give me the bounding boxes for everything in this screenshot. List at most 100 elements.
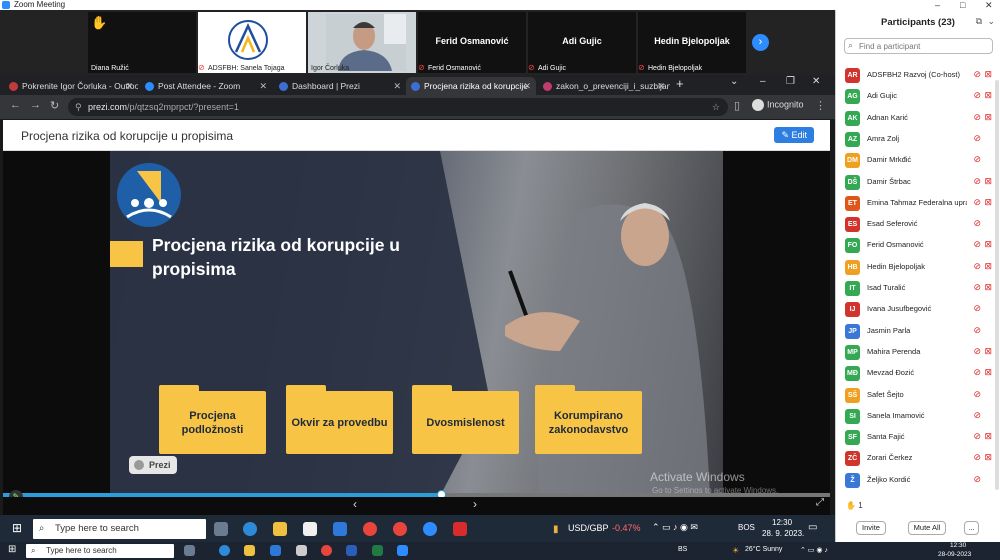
mail-icon[interactable] [333,522,347,536]
browser-minimize-icon[interactable]: – [760,76,766,87]
tab-close-icon[interactable]: ✕ [259,77,267,95]
muted-mic-icon[interactable]: ⊘ [973,69,981,80]
previous-step-icon[interactable]: ‹ [353,497,357,511]
muted-mic-icon[interactable]: ⊘ [973,218,981,229]
video-tile[interactable]: ✋ Diana Ružić [88,12,196,73]
edge-icon[interactable] [243,522,257,536]
tab-search-icon[interactable]: ⌄ [730,76,738,87]
muted-mic-icon[interactable]: ⊘ [973,346,981,357]
file-explorer-icon[interactable] [244,545,255,556]
browser-menu-icon[interactable]: ⋮ [815,99,826,112]
participant-row[interactable]: AG Adi Gujic ⊘ ⊠ [842,86,994,107]
clock-time[interactable]: 12:30 [772,518,792,527]
site-info-icon[interactable]: ⚲ [75,98,82,116]
browser-tab[interactable]: Dashboard | Prezi ✕ [274,77,406,95]
participant-row[interactable]: FO Ferid Osmanović ⊘ ⊠ [842,235,994,256]
address-bar[interactable]: ⚲ prezi.com/p/qtzsq2mprpct/?present=1 ☆ [68,98,728,116]
popout-icon[interactable]: ⧉ [976,16,982,27]
topic-folder[interactable]: Dvosmislenost [412,385,519,454]
edit-button[interactable]: ✎ Edit [774,127,814,143]
file-explorer-icon[interactable] [273,522,287,536]
muted-mic-icon[interactable]: ⊘ [973,367,981,378]
chrome-incognito-icon[interactable] [393,522,407,536]
fullscreen-icon[interactable]: ⤢ [816,497,824,508]
clock-time[interactable]: 12:30 [950,542,966,549]
close-icon[interactable]: ✕ [985,0,993,10]
weather-text[interactable]: 26°C Sunny [745,546,782,553]
windows-start-icon[interactable]: ⊞ [12,521,22,535]
bookmark-star-icon[interactable]: ☆ [712,98,720,116]
participant-row[interactable]: DŠ Damir Štrbac ⊘ ⊠ [842,172,994,193]
side-panel-icon[interactable]: ▯ [734,99,740,112]
prezi-badge[interactable]: Prezi [129,456,177,474]
browser-tab[interactable]: Pokrenite Igor Čorluka - Outlook ✕ [4,77,138,95]
task-view-icon[interactable] [214,522,228,536]
participant-row[interactable]: MP Mahira Perenda ⊘ ⊠ [842,342,994,363]
tray-icons[interactable]: ⌃ ▭ ♪ ◉ ✉ [652,522,698,533]
participant-row[interactable]: HB Hedin Bjelopoljak ⊘ ⊠ [842,257,994,278]
topic-folder[interactable]: Procjena podložnosti [159,385,266,454]
incognito-indicator[interactable]: Incognito [752,99,804,111]
panel-close-icon[interactable]: ⌄ [987,16,995,27]
excel-icon[interactable] [372,545,383,556]
participant-row[interactable]: Ž Željko Kordić ⊘ [842,470,994,491]
taskbar-search[interactable]: ⌕ Type here to search [26,544,174,558]
more-options-button[interactable]: ... [964,521,979,535]
muted-mic-icon[interactable]: ⊘ [973,431,981,442]
tab-close-icon[interactable]: ✕ [657,77,665,95]
muted-mic-icon[interactable]: ⊘ [973,176,981,187]
mute-all-button[interactable]: Mute All [908,521,946,535]
muted-mic-icon[interactable]: ⊘ [973,303,981,314]
invite-button[interactable]: Invite [856,521,886,535]
video-tile[interactable]: Adi Gujic ⊘ Adi Gujic [528,12,636,73]
muted-mic-icon[interactable]: ⊘ [973,282,981,293]
participant-row[interactable]: SŠ Safet Šejto ⊘ [842,385,994,406]
chrome-icon[interactable] [363,522,377,536]
presentation-stage[interactable]: Procjena rizika od korupcije u propisima… [3,151,830,496]
store-icon[interactable] [303,522,317,536]
tray-icons[interactable]: ⌃ ▭ ◉ ♪ [800,546,828,554]
next-videos-button[interactable]: › [752,34,769,51]
clock-date[interactable]: 28-09-2023 [938,551,971,558]
new-tab-icon[interactable]: + [676,76,684,91]
language-indicator[interactable]: BOS [738,523,755,532]
participant-row[interactable]: IJ Ivana Jusufbegović ⊘ [842,299,994,320]
tab-close-icon[interactable]: ✕ [125,77,133,95]
forward-icon[interactable]: → [30,99,41,111]
next-step-icon[interactable]: › [473,497,477,511]
participant-row[interactable]: SI Sanela Imamović ⊘ [842,406,994,427]
browser-tab[interactable]: Post Attendee - Zoom ✕ [140,77,272,95]
tab-close-icon[interactable]: ✕ [523,77,531,95]
participant-row[interactable]: AZ Amra Zolj ⊘ [842,129,994,150]
word-icon[interactable] [346,545,357,556]
participant-row[interactable]: SF Santa Fajić ⊘ ⊠ [842,427,994,448]
zoom-app-icon[interactable] [397,545,408,556]
minimize-icon[interactable]: – [935,0,940,10]
language-indicator[interactable]: BS [678,546,687,553]
topic-folder[interactable]: Okvir za provedbu [286,385,393,454]
maximize-icon[interactable]: □ [960,0,965,10]
muted-mic-icon[interactable]: ⊘ [973,389,981,400]
video-tile[interactable]: Igor Čorluka [308,12,416,73]
participant-row[interactable]: JP Jasmin Parla ⊘ [842,321,994,342]
participant-row[interactable]: ET Emina Tahmaz Federalna uprav... ⊘⊠ [842,193,994,214]
muted-mic-icon[interactable]: ⊘ [973,90,981,101]
reload-icon[interactable]: ↻ [50,99,59,112]
windows-start-icon[interactable]: ⊞ [8,544,16,555]
clock-date[interactable]: 28. 9. 2023. [762,529,804,538]
participant-row[interactable]: ZČ Zorari Čerkez ⊘ ⊠ [842,448,994,469]
muted-mic-icon[interactable]: ⊘ [973,197,981,208]
muted-mic-icon[interactable]: ⊘ [973,133,981,144]
edge-icon[interactable] [219,545,230,556]
muted-mic-icon[interactable]: ⊘ [973,410,981,421]
browser-tab-active[interactable]: Procjena rizika od korupcije ✕ [406,77,536,95]
back-icon[interactable]: ← [10,99,21,111]
zoom-app-icon[interactable] [423,522,437,536]
participant-row[interactable]: AK Adnan Karić ⊘ ⊠ [842,108,994,129]
acrobat-icon[interactable] [453,522,467,536]
taskbar-search[interactable]: ⌕ Type here to search [33,519,206,539]
muted-mic-icon[interactable]: ⊘ [973,452,981,463]
store-icon[interactable] [296,545,307,556]
muted-mic-icon[interactable]: ⊘ [973,154,981,165]
participant-row[interactable]: ES Esad Seferović ⊘ [842,214,994,235]
